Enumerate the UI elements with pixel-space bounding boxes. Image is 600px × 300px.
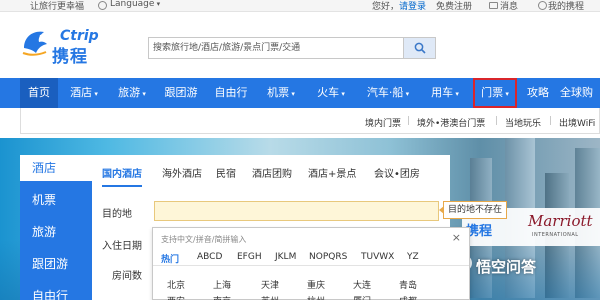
sub-nav: 境内门票 | 境外•港澳台门票 | 当地玩乐 | 出境WiFi — [20, 108, 600, 134]
ctrip-logo[interactable]: Ctrip 携程 — [20, 26, 120, 67]
nav-group-tour[interactable]: 跟团游 — [158, 78, 204, 108]
rooms-label: 房间数 — [112, 271, 142, 282]
language-selector[interactable]: Language — [110, 0, 160, 9]
message-icon — [489, 2, 498, 9]
close-icon[interactable]: × — [452, 231, 461, 244]
search-button[interactable] — [403, 38, 435, 58]
category-hotel[interactable]: 酒店 — [20, 155, 92, 181]
checkin-date-label: 入住日期 — [102, 241, 142, 252]
subnav-domestic-tickets[interactable]: 境内门票 — [365, 116, 401, 129]
nav-flights[interactable]: 机票 — [258, 78, 304, 108]
subnav-divider: | — [495, 116, 499, 126]
nav-home[interactable]: 首页 — [20, 78, 58, 108]
greeting: 您好， — [372, 2, 400, 12]
city-tab-nopqrs[interactable]: NOPQRS — [309, 252, 347, 262]
nav-tickets[interactable]: 门票 — [473, 78, 517, 108]
search-icon — [414, 42, 426, 54]
nav-travel[interactable]: 旅游 — [110, 78, 154, 108]
destination-error-tooltip: 目的地不存在 — [438, 201, 508, 219]
logo-text-cn: 携程 — [52, 47, 88, 67]
nav-global-shop[interactable]: 全球购 — [560, 78, 600, 108]
subnav-divider: | — [549, 116, 553, 126]
city-option[interactable]: 苏州 — [261, 294, 279, 300]
category-sidebar: 酒店 机票 旅游 跟团游 自由行 — [20, 155, 92, 300]
category-group-tour[interactable]: 跟团游 — [20, 251, 92, 277]
search-input[interactable] — [149, 38, 404, 58]
page: 让旅行更幸福 Language 您好， 请登录 免费注册 消息 我的携程 Ctr… — [0, 0, 600, 300]
city-option[interactable]: 成都 — [399, 294, 417, 300]
tab-homestay[interactable]: 民宿 — [216, 165, 236, 185]
site-search — [148, 37, 436, 59]
city-letter-tabs: 热门 ABCD EFGH JKLM NOPQRS TUVWX YZ — [153, 250, 469, 266]
destination-label: 目的地 — [102, 209, 132, 220]
city-tab-hot[interactable]: 热门 — [161, 252, 179, 265]
city-tab-jklm[interactable]: JKLM — [275, 252, 296, 262]
partner-marriott-subtitle: INTERNATIONAL — [532, 232, 579, 238]
city-option[interactable]: 天津 — [261, 278, 279, 291]
city-option[interactable]: 杭州 — [307, 294, 325, 300]
dolphin-logo-icon — [22, 31, 47, 56]
subnav-wifi[interactable]: 出境WiFi — [559, 116, 595, 129]
subnav-overseas-tickets[interactable]: 境外•港澳台门票 — [417, 116, 485, 129]
nav-trains[interactable]: 火车 — [308, 78, 354, 108]
city-option[interactable]: 大连 — [353, 278, 371, 291]
nav-self-guided[interactable]: 自由行 — [208, 78, 254, 108]
partner-marriott-logo: Marriott — [528, 212, 593, 230]
city-picker: 支持中文/拼音/简拼输入 × 热门 ABCD EFGH JKLM NOPQRS … — [152, 227, 470, 300]
city-tab-abcd[interactable]: ABCD — [197, 252, 222, 262]
main-nav: 首页 酒店 旅游 跟团游 自由行 机票 火车 汽车·船 用车 门票 攻略 全球购 — [0, 78, 600, 108]
slogan: 让旅行更幸福 — [30, 2, 85, 12]
register-link[interactable]: 免费注册 — [436, 0, 472, 12]
tab-overseas-hotel[interactable]: 海外酒店 — [162, 165, 202, 185]
my-ctrip-link[interactable]: 我的携程 — [548, 0, 584, 12]
city-option[interactable]: 南京 — [213, 294, 231, 300]
top-utility-bar: 让旅行更幸福 Language 您好， 请登录 免费注册 消息 我的携程 — [0, 0, 600, 12]
category-travel[interactable]: 旅游 — [20, 219, 92, 245]
tab-hotel-plus-attraction[interactable]: 酒店+景点 — [308, 165, 356, 185]
city-tab-efgh[interactable]: EFGH — [237, 252, 262, 262]
destination-input[interactable] — [154, 201, 439, 221]
tab-conference-group[interactable]: 会议•团房 — [374, 165, 420, 185]
user-icon — [538, 1, 547, 10]
category-self-guided[interactable]: 自由行 — [20, 283, 92, 300]
city-option[interactable]: 厦门 — [353, 294, 371, 300]
login-link[interactable]: 请登录 — [399, 0, 426, 12]
nav-car[interactable]: 用车 — [422, 78, 468, 108]
globe-icon — [98, 1, 107, 10]
nav-hotel[interactable]: 酒店 — [62, 78, 106, 108]
city-option[interactable]: 西安 — [167, 294, 185, 300]
city-option[interactable]: 青岛 — [399, 278, 417, 291]
nav-guides[interactable]: 攻略 — [522, 78, 554, 108]
nav-bus-ship[interactable]: 汽车·船 — [358, 78, 418, 108]
watermark: 悟空问答 — [476, 258, 537, 276]
tab-hotel-group-buy[interactable]: 酒店团购 — [252, 165, 292, 185]
tab-domestic-hotel[interactable]: 国内酒店 — [102, 165, 142, 187]
city-picker-hint: 支持中文/拼音/简拼输入 — [161, 235, 247, 244]
subnav-divider: | — [407, 116, 411, 126]
city-option[interactable]: 上海 — [213, 278, 231, 291]
city-tab-tuvwx[interactable]: TUVWX — [361, 252, 394, 262]
subnav-local-fun[interactable]: 当地玩乐 — [505, 116, 541, 129]
category-flights[interactable]: 机票 — [20, 187, 92, 213]
messages-link[interactable]: 消息 — [500, 0, 518, 12]
city-option[interactable]: 重庆 — [307, 278, 325, 291]
city-tab-yz[interactable]: YZ — [407, 252, 419, 262]
city-option[interactable]: 北京 — [167, 278, 185, 291]
